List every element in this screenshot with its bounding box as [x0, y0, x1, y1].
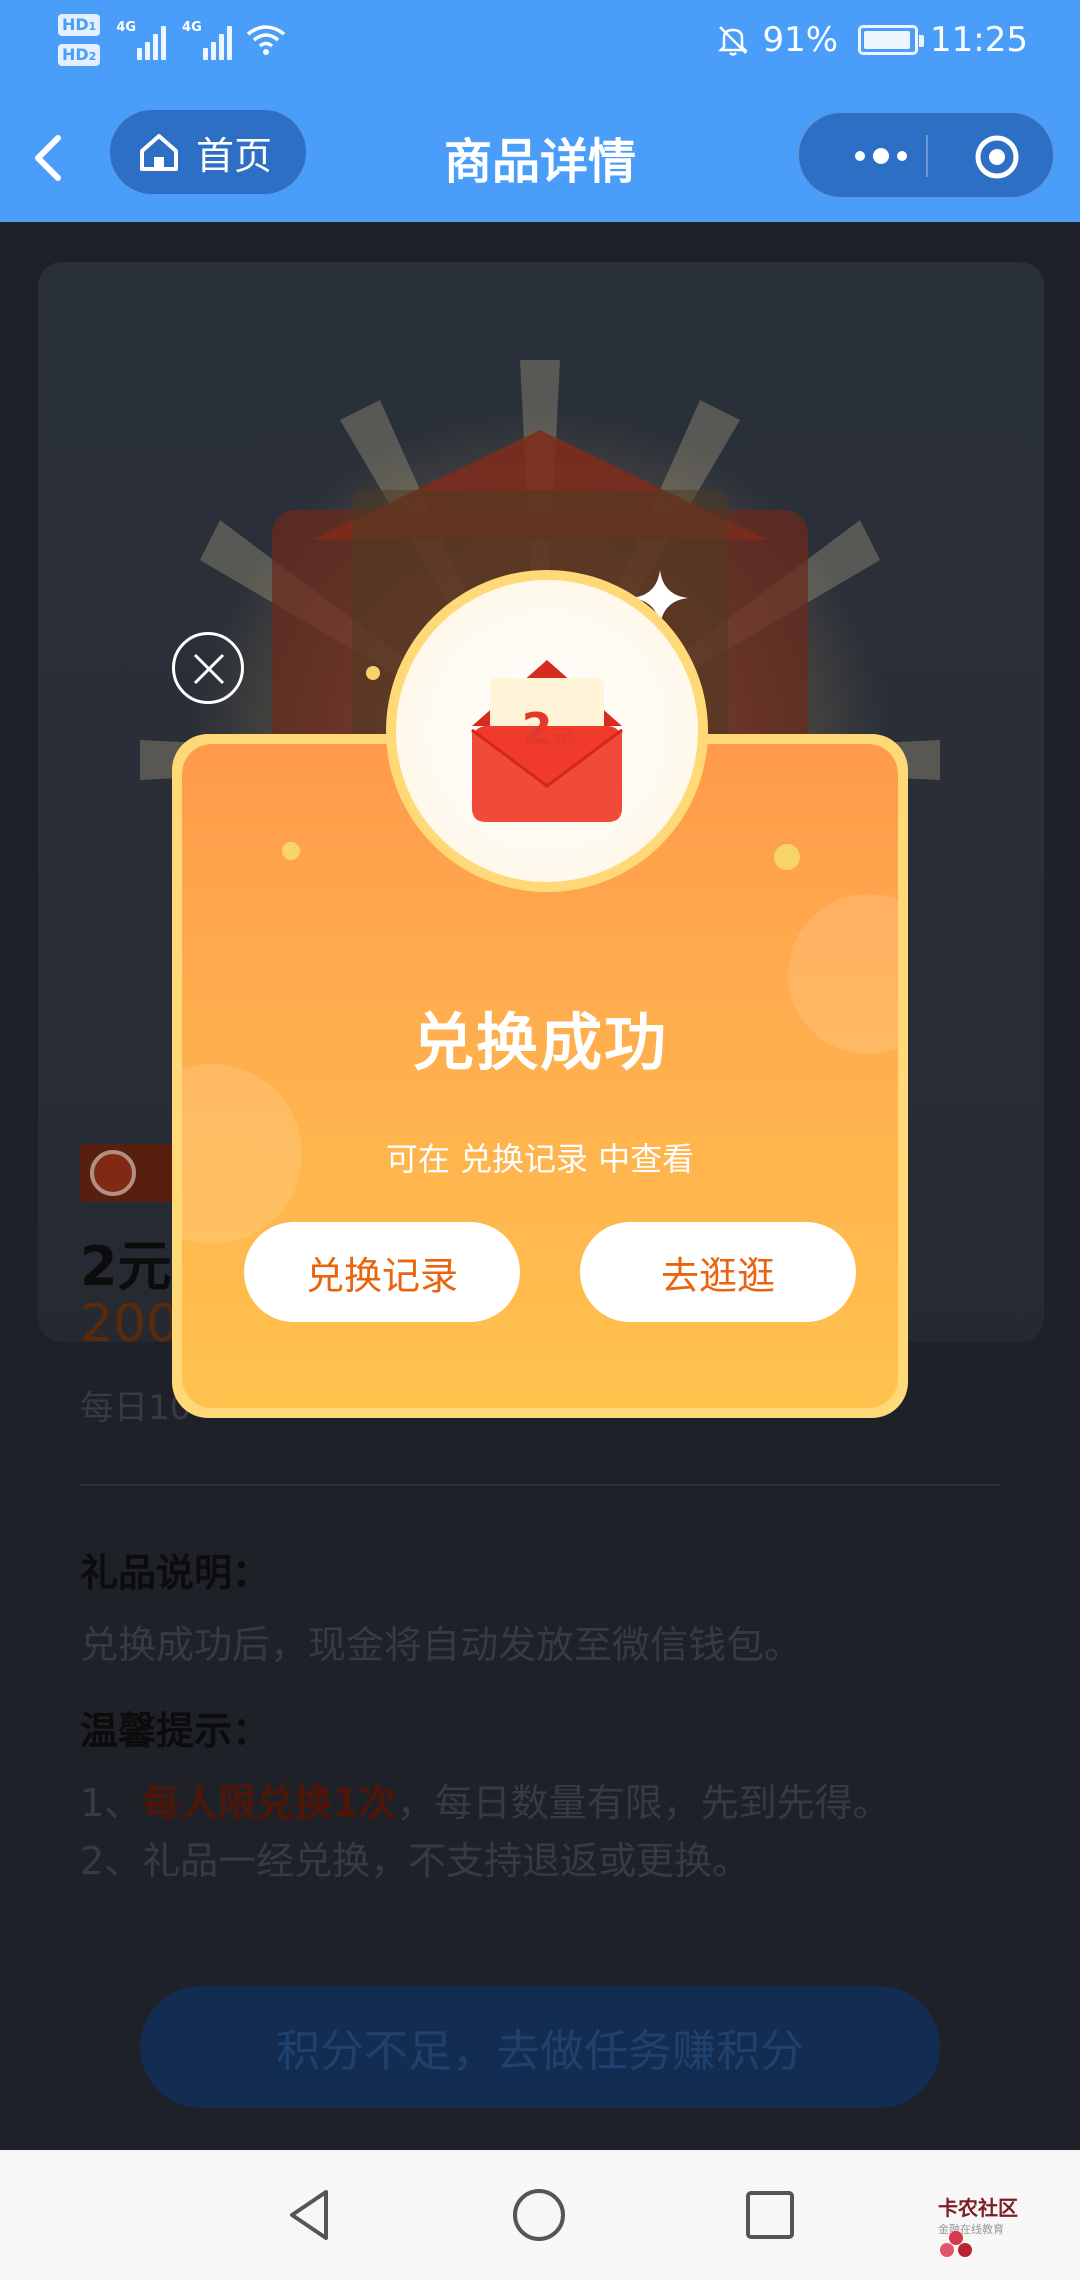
system-nav-bar: 卡农社区 金融在线教育	[0, 2150, 1080, 2280]
brand-logo-icon	[940, 2231, 972, 2257]
hd-badge-2: HD2	[58, 44, 101, 66]
close-icon	[193, 653, 225, 685]
hd-sub: 2	[88, 50, 97, 63]
nav-bar: 首页 商品详情	[0, 96, 1080, 222]
hd-label: HD	[62, 15, 89, 34]
hd-label: HD	[62, 45, 89, 64]
battery-percent: 91%	[762, 20, 839, 60]
capsule-divider	[926, 135, 928, 177]
decor-dot	[774, 844, 800, 870]
decor-dot	[366, 666, 380, 680]
exchange-records-button[interactable]: 兑换记录	[244, 1222, 520, 1322]
clock: 11:25	[930, 20, 1028, 60]
hd-indicators: HD1 HD2	[58, 14, 101, 66]
hd-sub: 1	[88, 20, 97, 33]
modal-title: 兑换成功	[411, 1006, 668, 1079]
decor-dot	[282, 842, 300, 860]
system-recents-icon[interactable]	[742, 2186, 798, 2244]
brand-watermark: 卡农社区 金融在线教育	[938, 2192, 1018, 2257]
wifi-icon	[246, 25, 285, 55]
status-left: HD1 HD2 4G 4G	[58, 14, 286, 66]
brand-name: 卡农社区	[938, 2196, 1018, 2220]
status-right: 91% 11:25	[716, 20, 1028, 60]
signal-icon-1: 4G	[116, 20, 167, 60]
network-type-1: 4G	[116, 20, 137, 35]
mute-bell-icon	[718, 26, 749, 56]
hd-badge-1: HD1	[58, 14, 101, 36]
browse-button[interactable]: 去逛逛	[580, 1222, 856, 1322]
modal-close-button[interactable]	[172, 632, 244, 704]
status-bar: HD1 HD2 4G 4G 91% 11:25	[0, 0, 1080, 96]
close-miniprogram-icon[interactable]	[973, 133, 1021, 181]
network-type-2: 4G	[182, 20, 202, 35]
system-home-icon[interactable]	[510, 2186, 568, 2244]
envelope-medal: 2元	[386, 570, 708, 892]
more-options-icon[interactable]	[833, 133, 929, 179]
modal-hint: 可在 兑换记录 中查看	[385, 1140, 695, 1178]
miniprogram-capsule	[798, 112, 1054, 198]
system-back-icon[interactable]	[282, 2186, 338, 2244]
battery-icon	[858, 25, 925, 55]
envelope-amount: 2元	[396, 704, 698, 755]
medal-face: 2元	[396, 580, 698, 882]
signal-icon-2: 4G	[182, 20, 232, 60]
envelope-amount-unit: 元	[552, 725, 573, 749]
envelope-amount-number: 2	[521, 704, 553, 755]
